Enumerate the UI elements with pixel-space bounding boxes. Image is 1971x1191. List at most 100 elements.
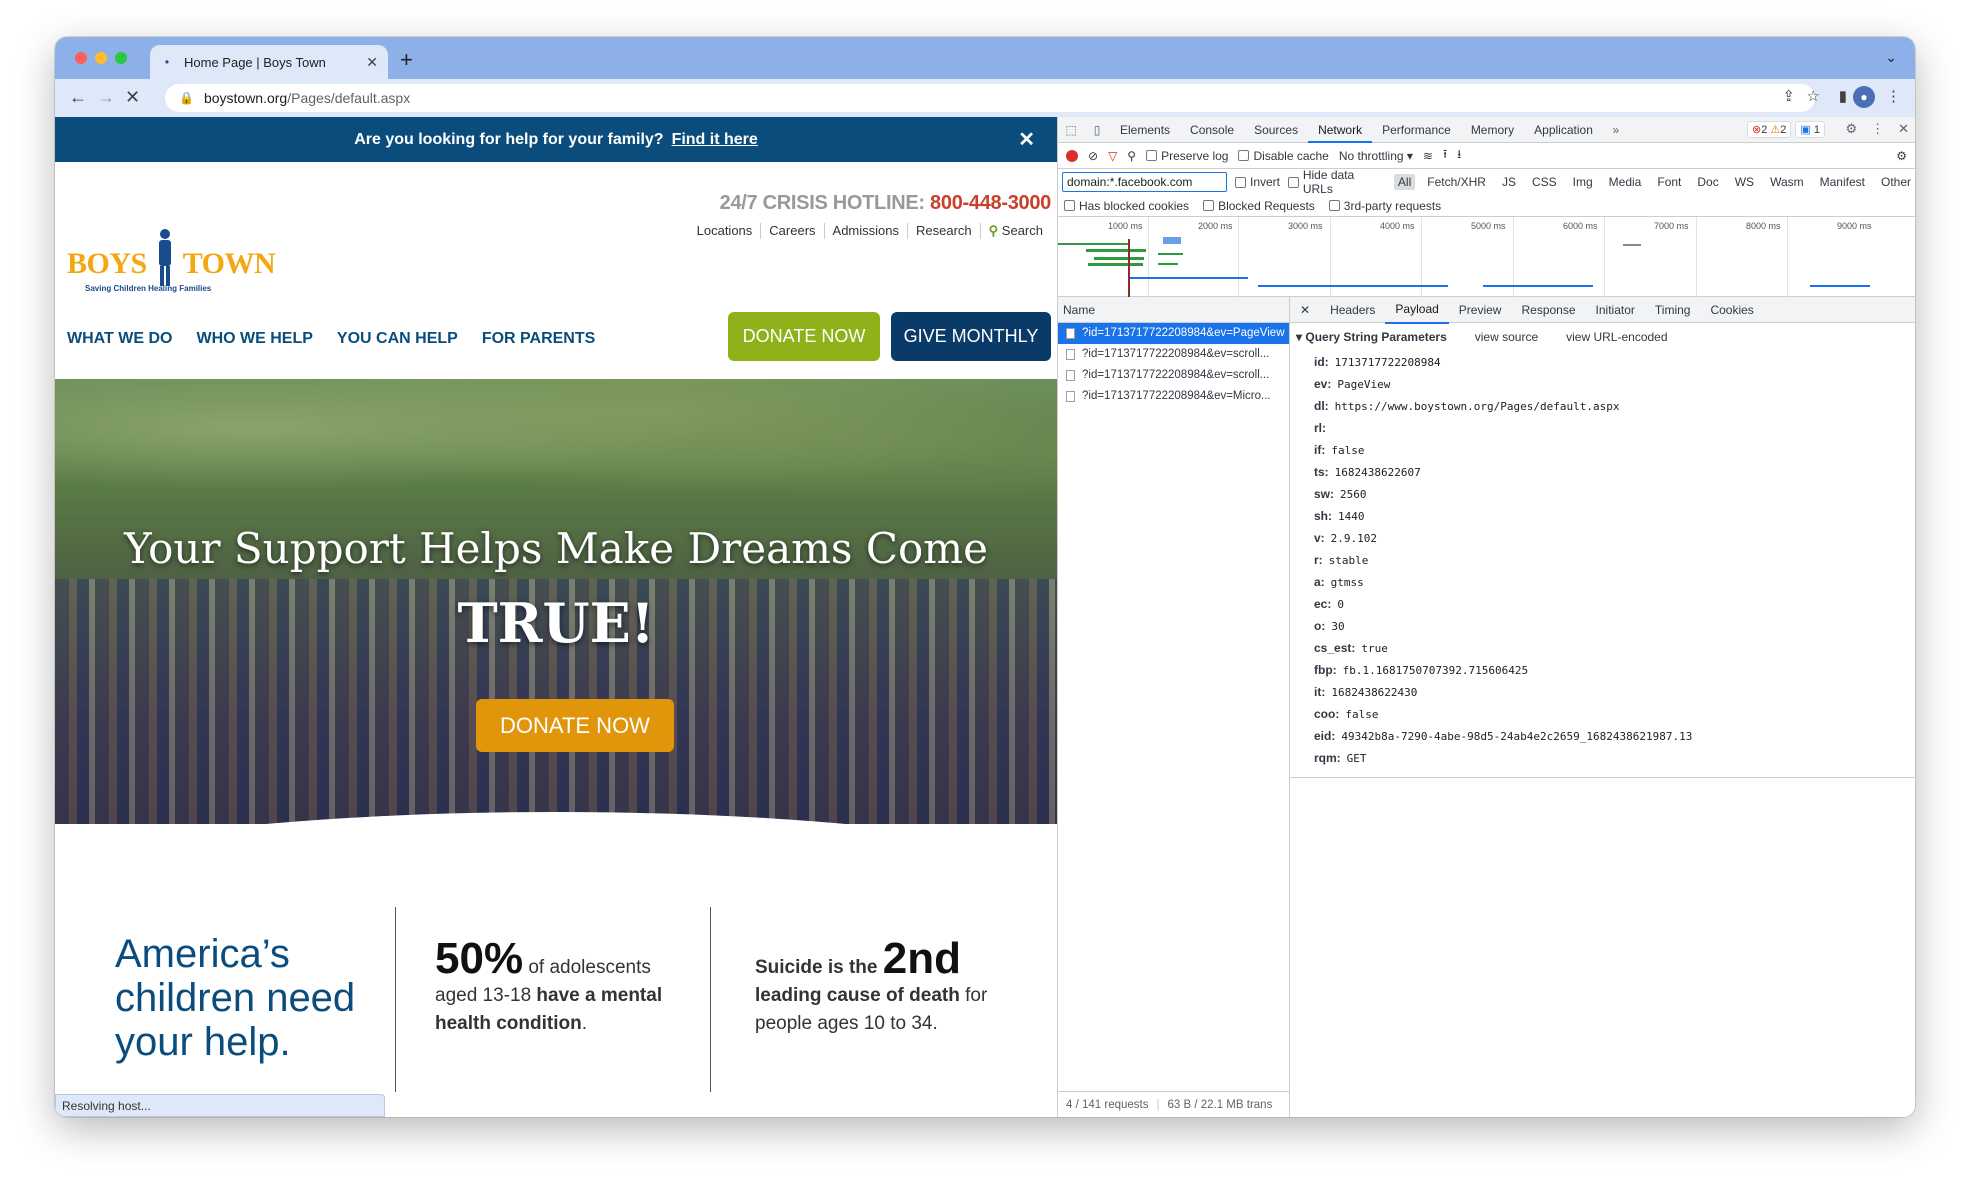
donate-now-button[interactable]: DONATE NOW [728, 312, 880, 361]
filter-type-wasm[interactable]: Wasm [1766, 174, 1808, 190]
new-tab-button[interactable]: + [400, 47, 413, 73]
throttling-select[interactable]: No throttling ▾ [1339, 149, 1413, 163]
menu-icon[interactable]: ⋮ [1886, 87, 1901, 105]
tab-network[interactable]: Network [1308, 117, 1373, 143]
network-settings-icon[interactable]: ⚙ [1896, 149, 1907, 163]
filter-type-ws[interactable]: WS [1731, 174, 1758, 190]
filter-type-media[interactable]: Media [1605, 174, 1646, 190]
tab-payload[interactable]: Payload [1385, 296, 1449, 324]
blocked-requests-checkbox[interactable]: Blocked Requests [1203, 199, 1315, 213]
param-row: r: stable [1314, 553, 1369, 567]
close-window-button[interactable] [75, 52, 87, 64]
favicon-icon: • [164, 55, 170, 69]
filter-type-font[interactable]: Font [1653, 174, 1685, 190]
filter-type-css[interactable]: CSS [1528, 174, 1561, 190]
search-icon[interactable]: ⚲ [1127, 149, 1136, 163]
nav-what-we-do[interactable]: WHAT WE DO [67, 330, 172, 348]
utility-link-careers[interactable]: Careers [760, 223, 823, 239]
tab-close-icon[interactable]: ✕ [366, 54, 378, 71]
inspect-icon[interactable]: ⬚ [1058, 123, 1084, 137]
filter-input[interactable] [1062, 172, 1227, 192]
third-party-checkbox[interactable]: 3rd-party requests [1328, 199, 1441, 213]
profile-avatar[interactable]: ● [1853, 86, 1875, 108]
utility-link-admissions[interactable]: Admissions [823, 223, 907, 239]
device-toolbar-icon[interactable]: ▯ [1084, 123, 1110, 137]
request-row[interactable]: ?id=1713717722208984&ev=scroll... [1058, 344, 1289, 365]
invert-checkbox[interactable]: Invert [1235, 175, 1280, 189]
request-row[interactable]: ?id=1713717722208984&ev=PageView [1058, 323, 1289, 344]
hotline-number[interactable]: 800-448-3000 [930, 192, 1051, 214]
tab-memory[interactable]: Memory [1461, 117, 1524, 143]
filter-type-manifest[interactable]: Manifest [1816, 174, 1869, 190]
tab-elements[interactable]: Elements [1110, 117, 1180, 143]
view-source-link[interactable]: view source [1475, 330, 1538, 344]
utility-link-research[interactable]: Research [907, 223, 980, 239]
tab-performance[interactable]: Performance [1372, 117, 1461, 143]
tab-timing[interactable]: Timing [1645, 297, 1701, 323]
more-tabs-icon[interactable]: » [1603, 123, 1629, 137]
nav-you-can-help[interactable]: YOU CAN HELP [337, 330, 458, 348]
filter-icon[interactable]: ▽ [1108, 149, 1117, 163]
boys-town-logo[interactable]: BOYS TOWN Saving Children Healing Familie… [67, 222, 297, 302]
bookmark-star-icon[interactable]: ☆ [1807, 87, 1820, 105]
tab-preview[interactable]: Preview [1449, 297, 1512, 323]
tab-console[interactable]: Console [1180, 117, 1244, 143]
view-url-encoded-link[interactable]: view URL-encoded [1566, 330, 1667, 344]
hide-data-urls-checkbox[interactable]: Hide data URLs [1288, 168, 1386, 196]
maximize-window-button[interactable] [115, 52, 127, 64]
export-har-icon[interactable]: ⭳ [1457, 145, 1461, 166]
tab-cookies[interactable]: Cookies [1700, 297, 1763, 323]
hero-donate-button[interactable]: DONATE NOW [476, 699, 674, 752]
crisis-hotline[interactable]: 24/7 CRISIS HOTLINE: 800-448-3000 [720, 192, 1052, 215]
tab-sources[interactable]: Sources [1244, 117, 1308, 143]
filter-type-js[interactable]: JS [1498, 174, 1520, 190]
utility-link-locations[interactable]: Locations [689, 223, 761, 239]
browser-tab[interactable]: • Home Page | Boys Town ✕ [150, 45, 388, 79]
disable-cache-checkbox[interactable]: Disable cache [1238, 149, 1329, 163]
query-string-header: ▾ Query String Parameters view source vi… [1290, 323, 1915, 351]
query-string-toggle[interactable]: ▾ Query String Parameters [1296, 330, 1447, 344]
request-row[interactable]: ?id=1713717722208984&ev=scroll... [1058, 365, 1289, 386]
promo-text: Are you looking for help for your family… [354, 130, 664, 148]
promo-link[interactable]: Find it here [672, 131, 758, 149]
clear-icon[interactable]: ⊘ [1088, 149, 1098, 163]
record-icon[interactable] [1066, 149, 1078, 162]
name-column-header[interactable]: Name [1058, 297, 1289, 323]
import-har-icon[interactable]: ⭱ [1443, 145, 1447, 166]
tab-headers[interactable]: Headers [1320, 297, 1385, 323]
issue-badges[interactable]: ⊗2 ⚠2 ▣ 1 [1747, 121, 1825, 138]
give-monthly-button[interactable]: GIVE MONTHLY [891, 312, 1051, 361]
back-icon[interactable]: ← [69, 87, 87, 108]
preserve-log-checkbox[interactable]: Preserve log [1146, 149, 1228, 163]
filter-type-all[interactable]: All [1393, 174, 1416, 190]
nav-who-we-help[interactable]: WHO WE HELP [196, 330, 312, 348]
filter-type-doc[interactable]: Doc [1693, 174, 1722, 190]
network-conditions-icon[interactable]: ≋ [1423, 149, 1433, 163]
tab-response[interactable]: Response [1511, 297, 1585, 323]
info-badge[interactable]: ▣ 1 [1795, 121, 1825, 138]
tab-initiator[interactable]: Initiator [1586, 297, 1645, 323]
close-devtools-icon[interactable]: ✕ [1898, 121, 1909, 137]
address-bar[interactable]: 🔒 boystown.org /Pages/default.aspx [165, 84, 1815, 112]
share-icon[interactable]: ⇪ [1782, 87, 1795, 105]
side-panel-icon[interactable]: ▮ [1839, 87, 1847, 105]
network-overview[interactable]: 1000 ms 2000 ms 3000 ms 4000 ms 5000 ms … [1058, 217, 1915, 297]
forward-icon[interactable]: → [97, 87, 115, 108]
filter-type-img[interactable]: Img [1569, 174, 1597, 190]
minimize-window-button[interactable] [95, 52, 107, 64]
utility-link-search[interactable]: ⚲ Search [979, 223, 1051, 239]
filter-type-fetch[interactable]: Fetch/XHR [1423, 174, 1490, 190]
tab-application[interactable]: Application [1524, 117, 1603, 143]
close-detail-icon[interactable]: ✕ [1290, 297, 1320, 323]
request-row[interactable]: ?id=1713717722208984&ev=Micro... [1058, 386, 1289, 407]
stop-icon[interactable]: ✕ [125, 87, 140, 108]
error-badge[interactable]: ⊗2 ⚠2 [1747, 121, 1792, 138]
tab-search-icon[interactable]: ⌄ [1885, 49, 1897, 66]
stat-headline: America’s children need your help. [115, 932, 356, 1064]
close-icon[interactable]: ✕ [1018, 127, 1035, 152]
nav-for-parents[interactable]: FOR PARENTS [482, 330, 595, 348]
settings-icon[interactable]: ⚙ [1845, 121, 1857, 137]
filter-type-other[interactable]: Other [1877, 174, 1915, 190]
kebab-menu-icon[interactable]: ⋮ [1871, 121, 1884, 137]
blocked-cookies-checkbox[interactable]: Has blocked cookies [1064, 199, 1189, 213]
